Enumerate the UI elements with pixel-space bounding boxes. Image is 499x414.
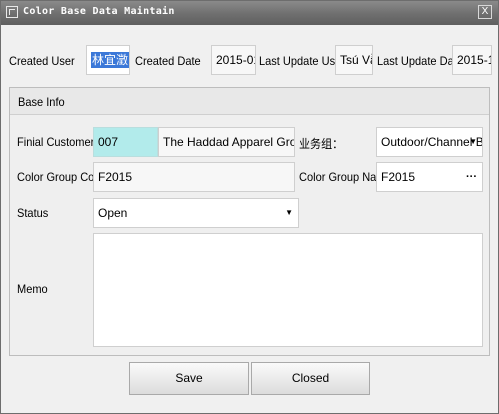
last-update-user-field[interactable]: Tsú Vẫy — [335, 45, 373, 75]
finial-customer-label: Finial Customer — [17, 135, 95, 149]
base-info-header: Base Info — [10, 88, 489, 115]
business-group-value: Outdoor/Channel Bra... — [381, 135, 483, 149]
color-group-code-field[interactable]: F2015 — [93, 162, 295, 192]
save-button[interactable]: Save — [129, 362, 249, 395]
finial-customer-name-field: The Haddad Apparel Group, LTD. — [158, 127, 295, 157]
status-select[interactable]: Open ▼ — [93, 198, 299, 228]
business-group-label: 业务组： — [299, 137, 344, 151]
closed-button[interactable]: Closed — [251, 362, 370, 395]
memo-textarea[interactable] — [93, 233, 483, 347]
color-group-name-value: F2015 — [381, 170, 416, 184]
last-update-date-label: Last Update Date — [377, 54, 463, 68]
window-app-icon — [6, 6, 18, 18]
last-update-user-label: Last Update User — [259, 54, 345, 68]
finial-customer-code-value: 007 — [98, 135, 119, 149]
status-dropdown-icon[interactable]: ▼ — [285, 199, 293, 227]
color-group-name-field[interactable]: F2015 ··· — [376, 162, 483, 192]
close-button[interactable]: X — [478, 5, 492, 19]
dialog-window: Color Base Data Maintain X Created User … — [0, 0, 499, 414]
created-user-value: 林宜澂 — [91, 52, 129, 68]
business-group-dropdown-icon[interactable]: ▼ — [469, 128, 477, 156]
status-value: Open — [98, 206, 128, 220]
created-user-field[interactable]: 林宜澂 — [86, 45, 130, 75]
created-date-field[interactable]: 2015-01-( — [211, 45, 256, 75]
finial-customer-code-field[interactable]: 007 — [93, 127, 158, 157]
memo-label: Memo — [17, 282, 48, 296]
status-label: Status — [17, 206, 49, 220]
created-user-label: Created User — [9, 54, 75, 68]
created-date-label: Created Date — [135, 54, 201, 68]
color-group-name-lookup-button[interactable]: ··· — [466, 163, 477, 191]
last-update-date-field[interactable]: 2015-10 — [452, 45, 492, 75]
base-info-title: Base Info — [18, 95, 65, 109]
business-group-select[interactable]: Outdoor/Channel Bra... ▼ — [376, 127, 483, 157]
title-bar: Color Base Data Maintain X — [1, 1, 498, 25]
window-title: Color Base Data Maintain — [23, 6, 175, 17]
